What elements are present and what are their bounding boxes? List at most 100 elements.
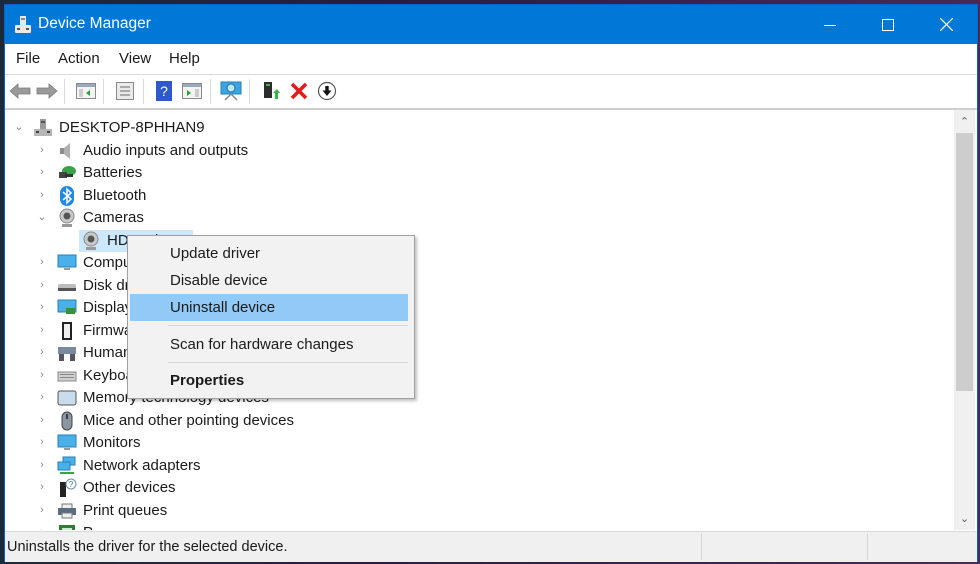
toolbar-separator <box>210 79 211 104</box>
toolbar-separator <box>64 79 65 104</box>
tree-item-label: Network adapters <box>83 457 201 474</box>
expand-chevron-icon[interactable]: › <box>36 368 48 382</box>
maximize-icon <box>882 18 894 31</box>
expand-chevron-icon[interactable]: › <box>36 345 48 359</box>
camera-icon <box>83 231 99 250</box>
tree-item[interactable]: › Monitors <box>5 432 945 454</box>
update-driver-button[interactable] <box>259 80 283 102</box>
disable-device-button[interactable] <box>315 80 339 102</box>
forward-button[interactable] <box>35 80 59 102</box>
keyboard-icon <box>57 371 77 382</box>
tree-item-label: Cameras <box>83 209 144 226</box>
tree-item[interactable]: › Mice and other pointing devices <box>5 410 945 432</box>
red-x-icon <box>290 82 308 100</box>
menu-item-properties[interactable]: Properties <box>130 367 408 394</box>
minimize-button[interactable] <box>801 5 859 44</box>
expand-chevron-icon[interactable]: › <box>36 458 48 472</box>
title-bar: Device Manager <box>5 5 977 44</box>
back-button[interactable] <box>8 80 32 102</box>
mouse-icon <box>61 411 73 431</box>
help-button[interactable]: ? <box>152 80 176 102</box>
maximize-button[interactable] <box>859 5 917 44</box>
tree-item[interactable]: › Bluetooth <box>5 185 945 207</box>
properties-button[interactable] <box>113 80 137 102</box>
collapse-chevron-icon[interactable]: ⌄ <box>36 210 48 224</box>
menu-item-label: Update driver <box>170 245 261 262</box>
device-manager-app-icon <box>15 16 31 33</box>
expand-chevron-icon[interactable]: › <box>36 165 48 179</box>
expand-chevron-icon[interactable]: › <box>36 278 48 292</box>
monitor-scan-icon <box>220 81 242 101</box>
expand-chevron-icon[interactable]: › <box>36 300 48 314</box>
network-icon <box>57 456 76 474</box>
help-icon: ? <box>156 81 172 101</box>
menu-item-label: Properties <box>170 372 245 389</box>
expand-chevron-icon[interactable]: › <box>36 413 48 427</box>
status-bar: Uninstalls the driver for the selected d… <box>5 531 977 562</box>
processor-icon <box>59 525 75 530</box>
chip-icon <box>62 322 72 340</box>
speaker-icon <box>60 143 70 159</box>
expand-chevron-icon[interactable]: › <box>36 435 48 449</box>
bluetooth-icon <box>60 186 74 206</box>
tree-item[interactable]: › ? Other devices <box>5 477 945 499</box>
vertical-scrollbar[interactable]: ⌃ ⌄ <box>954 110 975 530</box>
expand-chevron-icon[interactable]: › <box>36 525 48 530</box>
tree-item-label: Monitors <box>83 434 141 451</box>
expand-chevron-icon[interactable]: › <box>36 480 48 494</box>
menu-file[interactable]: File <box>14 50 42 67</box>
tree-item[interactable]: › Batteries <box>5 162 945 184</box>
properties-sheet-icon <box>116 82 134 100</box>
tree-item-label: Print queues <box>83 502 168 519</box>
expand-chevron-icon[interactable]: › <box>36 323 48 337</box>
menu-item-scan-hardware[interactable]: Scan for hardware changes <box>130 331 408 358</box>
scroll-up-button[interactable]: ⌃ <box>954 113 975 130</box>
menu-item-uninstall-device[interactable]: Uninstall device <box>130 294 408 321</box>
menu-item-label: Uninstall device <box>170 299 276 316</box>
down-arrow-circle-icon <box>317 81 337 101</box>
scrollbar-thumb[interactable] <box>956 133 973 391</box>
scroll-down-button[interactable]: ⌄ <box>954 510 975 527</box>
close-button[interactable] <box>917 5 975 44</box>
action-pane-icon <box>182 83 202 99</box>
expand-chevron-icon[interactable]: › <box>36 143 48 157</box>
menu-separator <box>168 325 408 326</box>
tree-item-label: Bluetooth <box>83 187 147 204</box>
expand-chevron-icon[interactable]: › <box>36 503 48 517</box>
expand-chevron-icon[interactable]: › <box>36 390 48 404</box>
menu-help[interactable]: Help <box>167 50 202 67</box>
svg-text:?: ? <box>69 480 74 489</box>
uninstall-device-button[interactable] <box>287 80 311 102</box>
memory-icon <box>57 390 77 406</box>
menu-item-update-driver[interactable]: Update driver <box>130 240 408 267</box>
display-adapter-icon <box>57 299 77 314</box>
menu-separator <box>168 362 408 363</box>
menu-item-label: Scan for hardware changes <box>170 336 354 353</box>
update-driver-icon <box>264 82 280 99</box>
expand-chevron-icon[interactable]: › <box>36 255 48 269</box>
tree-item[interactable]: › Audio inputs and outputs <box>5 140 945 162</box>
tree-item[interactable]: › Network adapters <box>5 455 945 477</box>
svg-text:?: ? <box>160 83 168 99</box>
tree-item[interactable]: › Print queues <box>5 500 945 522</box>
collapse-chevron-icon[interactable]: ⌄ <box>13 120 25 134</box>
tree-root[interactable]: ⌄ DESKTOP-8PHHAN9 <box>5 117 945 139</box>
expand-chevron-icon[interactable]: › <box>36 188 48 202</box>
toolbar-separator <box>249 79 250 104</box>
toolbar: ? <box>5 75 977 110</box>
tree-item-label: Batteries <box>83 164 143 181</box>
tree-item[interactable]: › P <box>5 522 945 530</box>
disk-drive-icon <box>58 284 76 291</box>
scan-hardware-button[interactable] <box>219 80 243 102</box>
show-hide-console-tree-button[interactable] <box>74 80 98 102</box>
tree-item-cameras[interactable]: ⌄ Cameras <box>5 207 945 229</box>
tree-item-label: Other devices <box>83 479 176 496</box>
menu-view[interactable]: View <box>117 50 153 67</box>
arrow-left-icon <box>9 83 31 99</box>
unknown-device-icon: ? <box>60 478 77 497</box>
menu-action[interactable]: Action <box>56 50 102 67</box>
hid-icon <box>58 347 76 361</box>
menu-item-disable-device[interactable]: Disable device <box>130 267 408 294</box>
show-action-pane-button[interactable] <box>180 80 204 102</box>
arrow-right-icon <box>36 83 58 99</box>
